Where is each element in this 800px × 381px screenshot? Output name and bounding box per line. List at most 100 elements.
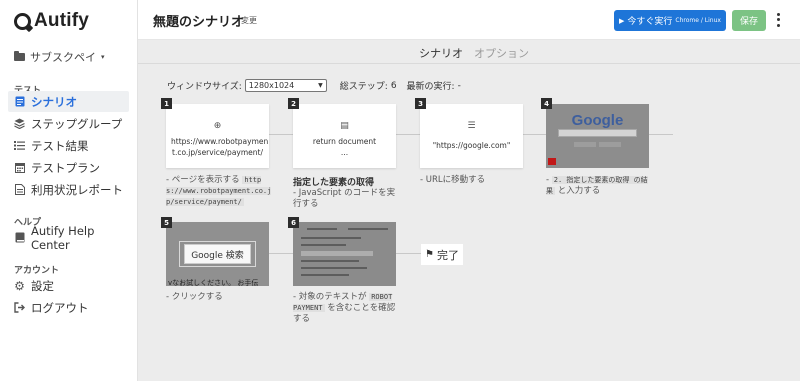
sidebar-item-label: ログアウト (31, 300, 89, 315)
save-button[interactable]: 保存 (732, 10, 766, 31)
sidebar-item-usage-report[interactable]: 利用状況レポート (8, 179, 129, 200)
report-icon (14, 184, 25, 195)
sidebar-item-test-results[interactable]: テスト結果 (8, 135, 129, 156)
step-caption-1: - ページを表示する https://www.robotpayment.co.j… (166, 175, 274, 208)
thumb-line (307, 228, 337, 230)
step-caption-2: - JavaScript のコードを実行する (293, 188, 396, 209)
sidebar-item-settings[interactable]: ⚙ 設定 (8, 275, 129, 296)
run-environment-label: Chrome / Linux (675, 17, 721, 24)
tab-scenario[interactable]: シナリオ (419, 45, 463, 61)
sidebar-item-logout[interactable]: ログアウト (8, 297, 129, 318)
sidebar-item-label: テストプラン (31, 160, 100, 175)
book-icon (14, 232, 25, 243)
done-label: 完了 (436, 248, 459, 262)
workspace-selector[interactable]: サブスクペイ ▾ (14, 49, 105, 65)
run-now-label: 今すぐ実行 (627, 17, 673, 27)
play-icon: ▶ (619, 16, 625, 25)
step-card-3[interactable]: ☰ "https://google.com" (420, 104, 523, 168)
globe-icon: ⊕ (213, 121, 222, 131)
header: 無題のシナリオ 変更 ▶ 今すぐ実行 Chrome / Linux 保存 (138, 0, 800, 40)
autify-logo[interactable]: Autify (14, 10, 89, 32)
sidebar-item-help-center[interactable]: Autify Help Center (8, 224, 129, 252)
sidebar-item-label: テスト結果 (31, 138, 89, 153)
step-card-text: t.co.jp/service/payment/ (172, 148, 263, 157)
step-number: 6 (288, 217, 299, 228)
step-card-text: return document (312, 137, 377, 146)
calendar-icon (14, 162, 25, 173)
last-run-value: - (457, 80, 461, 91)
sidebar-item-label: 利用状況レポート (31, 182, 123, 197)
caret-down-icon: ▾ (101, 53, 105, 61)
sidebar-item-label: ステップグループ (31, 116, 123, 131)
run-now-button[interactable]: ▶ 今すぐ実行 Chrome / Linux (614, 10, 726, 31)
tab-options[interactable]: オプション (474, 45, 529, 61)
sidebar-item-test-plan[interactable]: テストプラン (8, 157, 129, 178)
step-screenshot-6[interactable] (293, 222, 396, 286)
step-number: 2 (288, 98, 299, 109)
logout-icon (14, 302, 25, 313)
gear-icon: ⚙ (14, 278, 25, 293)
sidebar-item-step-group[interactable]: ステップグループ (8, 113, 129, 134)
step-screenshot-4[interactable]: Google (546, 104, 649, 168)
last-run-label: 最新の実行: (406, 82, 455, 92)
thumb-line (301, 260, 359, 262)
thumb-line (301, 274, 349, 276)
window-size-select[interactable]: 1280x1024 ▼ (244, 79, 327, 92)
list-icon: ☰ (467, 121, 476, 131)
search-box-thumbnail (558, 129, 637, 137)
thumb-marker (548, 158, 556, 165)
page-title: 無題のシナリオ (153, 15, 245, 30)
list-icon (14, 140, 25, 151)
sidebar-item-label: 設定 (31, 278, 54, 293)
change-title-link[interactable]: 変更 (241, 15, 257, 26)
autify-logo-icon (14, 12, 31, 30)
thumb-line (301, 267, 367, 269)
more-menu-icon[interactable] (774, 12, 782, 28)
step-screenshot-5[interactable]: Google 検索 vなお試しください。 お手伝 (166, 222, 269, 286)
step-caption-text: と入力する (557, 186, 601, 196)
step-caption-6: - 対象のテキストが ROBOT PAYMENT を含むことを確認する (293, 292, 403, 325)
step-caption-text: - (546, 175, 550, 185)
step-card-text: ... (340, 148, 349, 157)
step-title: 指定した要素の取得 (293, 178, 375, 188)
finish-flag-icon: ⚑ (425, 249, 434, 260)
thumb-text: vなお試しください。 お手伝 (168, 279, 259, 286)
window-size-value: 1280x1024 (248, 81, 295, 90)
step-card-text: https://www.robotpaymen (171, 137, 269, 146)
thumb-line (301, 237, 361, 239)
step-caption-3: - URLに移動する (420, 175, 486, 185)
google-search-button-thumbnail: Google 検索 (184, 244, 251, 264)
total-steps-label: 総ステップ: (339, 82, 388, 92)
scenario-end-marker: ⚑ 完了 (421, 244, 463, 265)
workspace-name: サブスクペイ (30, 51, 96, 64)
step-card-text: "https://google.com" (432, 141, 511, 150)
sidebar-item-label: Autify Help Center (31, 223, 95, 252)
step-caption-text: - 対象のテキストが (293, 292, 367, 302)
sidebar-item-scenario[interactable]: シナリオ (8, 91, 129, 112)
code-file-icon: ▤ (340, 121, 349, 131)
step-card-1[interactable]: ⊕ https://www.robotpaymen t.co.jp/servic… (166, 104, 269, 168)
step-caption-4: - 2. 指定した要素の取得 の結果 と入力する (546, 175, 654, 197)
folder-icon (14, 51, 25, 61)
thumb-line (301, 244, 346, 246)
step-card-2[interactable]: ▤ return document ... (293, 104, 396, 168)
scenario-icon (14, 96, 25, 107)
step-caption-text: - ページを表示する (166, 175, 240, 185)
window-size-label: ウィンドウサイズ: (167, 82, 242, 92)
tab-bar: シナリオ オプション (138, 40, 800, 64)
thumb-highlight (301, 251, 373, 256)
sidebar: Autify サブスクペイ ▾ テスト シナリオ ステップグループ テスト結果 … (0, 0, 138, 381)
scenario-info-bar: ウィンドウサイズ: 1280x1024 ▼ 総ステップ: 6 最新の実行: - (167, 79, 461, 92)
chevron-down-icon: ▼ (318, 82, 323, 89)
total-steps-value: 6 (390, 80, 397, 91)
thumb-line (348, 228, 388, 230)
thumb-button (599, 142, 621, 147)
sidebar-item-label: シナリオ (31, 94, 77, 109)
layers-icon (14, 118, 25, 129)
step-number: 1 (161, 98, 172, 109)
step-number: 4 (541, 98, 552, 109)
google-logo: Google (571, 112, 624, 129)
step-number: 3 (415, 98, 426, 109)
thumb-button (574, 142, 596, 147)
step-caption-5: - クリックする (166, 292, 223, 302)
